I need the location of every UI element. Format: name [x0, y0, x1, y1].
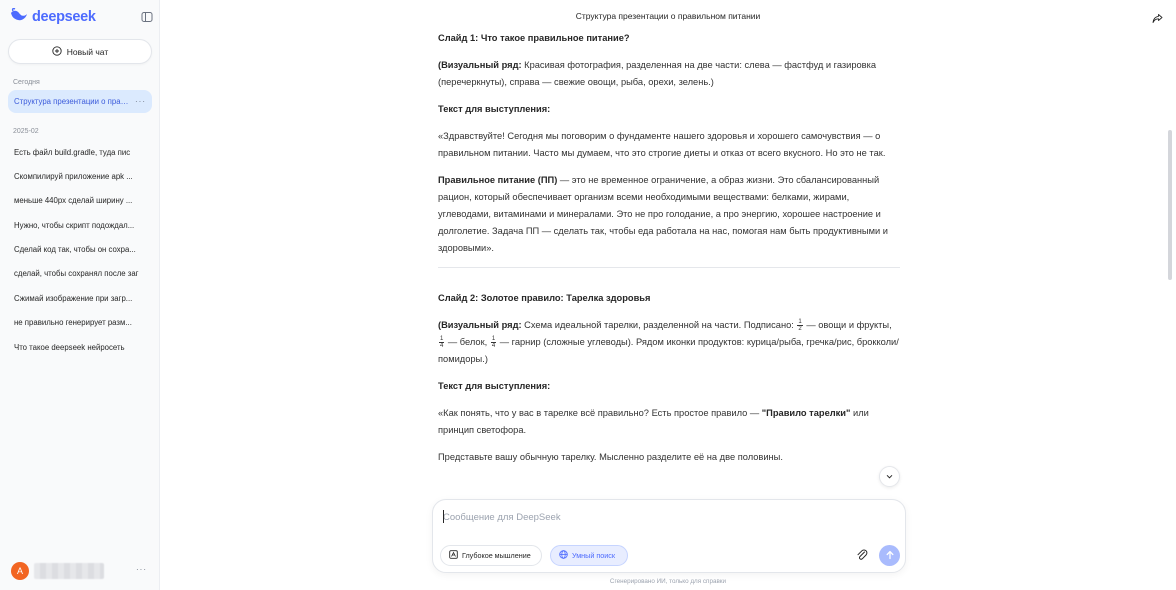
- fraction-numerator: 1: [797, 319, 803, 327]
- fraction-half: 12: [797, 319, 803, 333]
- user-name-redacted[interactable]: [34, 563, 104, 579]
- smart-search-toggle[interactable]: Умный поиск: [550, 545, 628, 566]
- new-chat-button[interactable]: Новый чат: [8, 39, 152, 64]
- chat-options-icon[interactable]: ···: [135, 97, 146, 106]
- visual-text: — гарнир (сложные углеводы). Рядом иконк…: [438, 337, 899, 364]
- fraction-quarter: 14: [439, 336, 445, 350]
- slide1-speech-paragraph: «Здравствуйте! Сегодня мы поговорим о фу…: [438, 131, 886, 158]
- fraction-denominator: 4: [491, 343, 496, 350]
- fraction-denominator: 4: [440, 343, 444, 350]
- slide2-speech-paragraph-2: Представьте вашу обычную тарелку. Мыслен…: [438, 452, 783, 462]
- fraction-numerator: 1: [439, 336, 445, 344]
- visual-label: (Визуальный ряд:: [438, 60, 522, 70]
- visual-label: (Визуальный ряд:: [438, 320, 522, 330]
- slide1-visual: (Визуальный ряд: Красивая фотография, ра…: [438, 57, 900, 91]
- chat-history-label: Есть файл build.gradle, туда пис: [14, 148, 131, 157]
- new-chat-icon: [52, 45, 62, 58]
- slide1-heading: Слайд 1: Что такое правильное питание?: [438, 33, 630, 43]
- chat-history-label: Сделай код так, чтобы он сохра...: [14, 245, 136, 254]
- message-composer: Глубокое мышление Умный поиск: [432, 499, 906, 573]
- chat-history-item[interactable]: Сжимай изображение при загр...: [8, 287, 152, 310]
- chat-history-label: Нужно, чтобы скрипт подождал...: [14, 221, 135, 230]
- chat-history-item[interactable]: Скомпилируй приложение apk ...: [8, 165, 152, 188]
- section-label-today: Сегодня: [13, 79, 40, 86]
- slide2-speech-paragraph: «Как понять, что у вас в тарелке всё пра…: [438, 405, 900, 439]
- chat-history-item[interactable]: Есть файл build.gradle, туда пис: [8, 141, 152, 164]
- visual-text: — белок,: [445, 337, 490, 347]
- chat-history-item[interactable]: Нужно, чтобы скрипт подождал...: [8, 214, 152, 237]
- user-menu-icon[interactable]: ···: [136, 565, 147, 574]
- chat-history-label: Что такое deepseek нейросеть: [14, 343, 125, 352]
- ai-disclaimer: Сгенерировано ИИ, только для справки: [609, 578, 727, 585]
- slide1-speech-label: Текст для выступления:: [438, 104, 551, 114]
- slide2-speech-label: Текст для выступления:: [438, 381, 551, 391]
- pp-text: — это не временное ограничение, а образ …: [438, 175, 888, 253]
- logo-text: deepseek: [32, 9, 96, 25]
- message-input[interactable]: [443, 509, 883, 525]
- section-label-month: 2025-02: [13, 128, 39, 135]
- fraction-numerator: 1: [490, 336, 497, 344]
- slide2-visual: (Визуальный ряд: Схема идеальной тарелки…: [438, 317, 900, 368]
- chat-history-label: сделай, чтобы сохранял после заг: [14, 269, 139, 278]
- divider: [438, 267, 900, 268]
- speech-text: «Как понять, что у вас в тарелке всё пра…: [438, 408, 762, 418]
- fraction-denominator: 2: [798, 326, 802, 333]
- chat-history-item-active[interactable]: Структура презентации о правильном питан…: [8, 90, 152, 113]
- paperclip-icon[interactable]: [855, 548, 869, 562]
- speech-bold: "Правило тарелки": [761, 408, 851, 418]
- deep-thinking-icon: [449, 550, 458, 561]
- send-button[interactable]: [879, 545, 900, 566]
- sidebar: deepseek Новый чат Сегодня Структура пре…: [0, 0, 160, 590]
- smart-search-label: Умный поиск: [572, 551, 615, 560]
- new-chat-label: Новый чат: [66, 46, 109, 57]
- fraction-quarter: 14: [490, 336, 497, 350]
- scroll-to-bottom-button[interactable]: [879, 466, 900, 487]
- chat-history-label: не правильно генерирует разм...: [14, 318, 132, 327]
- chevron-down-icon: [885, 468, 894, 486]
- text-caret: [443, 510, 444, 523]
- globe-icon: [559, 550, 568, 561]
- slide1-pp-paragraph: Правильное питание (ПП) — это не временн…: [438, 172, 900, 257]
- visual-text: — овощи и фрукты,: [803, 320, 892, 330]
- share-icon[interactable]: [1152, 11, 1163, 23]
- scrollbar-thumb[interactable]: [1168, 130, 1172, 280]
- chat-history-label: меньше 440px сделай ширину ...: [14, 196, 133, 205]
- chat-history-item[interactable]: Что такое deepseek нейросеть: [8, 336, 152, 359]
- sidebar-toggle-icon[interactable]: [141, 10, 153, 22]
- chat-history-label: Скомпилируй приложение apk ...: [14, 172, 133, 181]
- arrow-up-icon: [885, 547, 895, 565]
- assistant-message: Слайд 1: Что такое правильное питание? (…: [438, 30, 900, 492]
- chat-history-label: Структура презентации о правильном питан…: [14, 97, 132, 106]
- chat-history-item[interactable]: меньше 440px сделай ширину ...: [8, 189, 152, 212]
- chat-history-label: Сжимай изображение при загр...: [14, 294, 133, 303]
- deep-thinking-toggle[interactable]: Глубокое мышление: [440, 545, 542, 566]
- logo[interactable]: deepseek: [10, 7, 96, 27]
- deep-thinking-label: Глубокое мышление: [462, 551, 531, 560]
- conversation-title: Структура презентации о правильном питан…: [575, 11, 761, 21]
- slide2-heading: Слайд 2: Золотое правило: Тарелка здоров…: [438, 293, 651, 303]
- chat-history-item[interactable]: не правильно генерирует разм...: [8, 311, 152, 334]
- pp-bold: Правильное питание (ПП): [438, 175, 558, 185]
- whale-logo-icon: [10, 7, 28, 27]
- avatar[interactable]: A: [11, 562, 29, 580]
- visual-text: Схема идеальной тарелки, разделенной на …: [521, 320, 797, 330]
- chat-history-item[interactable]: Сделай код так, чтобы он сохра...: [8, 238, 152, 261]
- chat-history-item[interactable]: сделай, чтобы сохранял после заг: [8, 262, 152, 285]
